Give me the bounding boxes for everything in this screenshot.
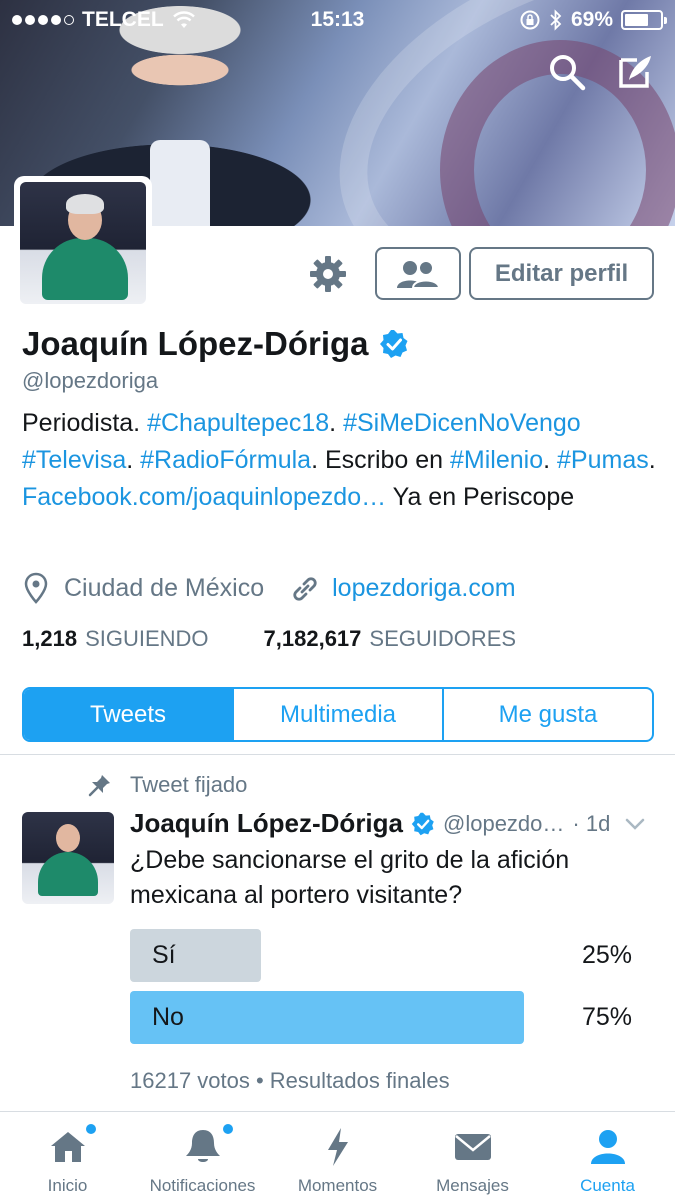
- home-icon: [50, 1132, 85, 1162]
- poll-option-percent: 75%: [581, 1003, 632, 1031]
- pin-icon: [88, 775, 110, 797]
- location-pin-icon: [24, 572, 48, 604]
- signal-strength-icon: [12, 15, 74, 25]
- nav-label: Notificaciones: [149, 1176, 256, 1195]
- link-icon: [293, 577, 317, 601]
- profile-location: Ciudad de México: [64, 573, 265, 602]
- nav-notifications[interactable]: Notificaciones: [135, 1112, 270, 1200]
- badge-dot: [223, 1124, 233, 1134]
- battery-icon: [621, 10, 667, 30]
- bio-link[interactable]: #Televisa: [22, 446, 126, 474]
- bio-text: Periodista.: [22, 409, 148, 437]
- rotation-lock-icon: [520, 10, 540, 30]
- followers-count: 7,182,617: [263, 626, 362, 651]
- bio-link[interactable]: #Chapultepec18: [147, 409, 329, 437]
- profile-tabs: Tweets Multimedia Me gusta: [22, 687, 654, 742]
- profile-avatar-frame: [14, 176, 152, 310]
- compose-icon[interactable]: [615, 52, 655, 92]
- tweet-header: Joaquín López-Dóriga @lopezdo… · 1d: [130, 808, 660, 839]
- avatar[interactable]: [20, 182, 146, 304]
- search-icon[interactable]: [547, 52, 587, 92]
- followers-count-link[interactable]: 7,182,617 SEGUIDORES: [264, 626, 517, 652]
- gear-icon[interactable]: [308, 254, 348, 294]
- nav-label: Inicio: [47, 1176, 88, 1195]
- people-icon: [397, 259, 441, 289]
- nav-label: Mensajes: [436, 1176, 509, 1195]
- poll-option-label: Sí: [152, 941, 176, 969]
- bio-link[interactable]: #SiMeDicenNoVengo: [343, 409, 581, 437]
- chevron-down-icon[interactable]: [624, 813, 646, 835]
- poll-option: No 75%: [130, 991, 632, 1044]
- tweet-author-name[interactable]: Joaquín López-Dóriga: [130, 808, 403, 839]
- poll-option-percent: 25%: [581, 941, 632, 969]
- following-label: SIGUIENDO: [85, 626, 209, 651]
- nav-messages[interactable]: Mensajes: [405, 1112, 540, 1200]
- pinned-label-text: Tweet fijado: [130, 772, 248, 797]
- tweet-text: ¿Debe sancionarse el grito de la afición…: [130, 846, 570, 909]
- tweet-timestamp: · 1d: [572, 810, 611, 836]
- battery-percent: 69%: [570, 8, 613, 31]
- nav-account[interactable]: Cuenta: [540, 1112, 675, 1200]
- pinned-tweet-label: Tweet fijado: [88, 772, 247, 798]
- verified-badge-icon: [379, 330, 407, 358]
- poll-option-label: No: [152, 1003, 184, 1031]
- bio-link[interactable]: #RadioFórmula: [140, 446, 311, 474]
- edit-profile-button[interactable]: Editar perfil: [469, 247, 654, 300]
- profile-handle: @lopezdoriga: [22, 368, 159, 393]
- bio-text: .: [329, 409, 344, 437]
- following-count-link[interactable]: 1,218 SIGUIENDO: [22, 626, 209, 652]
- profile-name-text: Joaquín López-Dóriga: [22, 325, 369, 362]
- tweet-avatar[interactable]: [22, 812, 114, 904]
- profile-bio: Periodista. #Chapultepec18. #SiMeDicenNo…: [22, 405, 662, 516]
- tab-multimedia[interactable]: Multimedia: [232, 689, 442, 740]
- bio-link[interactable]: #Pumas: [557, 446, 649, 474]
- person-icon: [590, 1130, 625, 1164]
- wifi-icon: [172, 11, 195, 28]
- divider: [0, 754, 675, 755]
- follow-counts: 1,218 SIGUIENDO 7,182,617 SEGUIDORES: [22, 626, 516, 652]
- nav-home[interactable]: Inicio: [0, 1112, 135, 1200]
- lists-button[interactable]: [375, 247, 461, 300]
- poll-meta: 16217 votos • Resultados finales: [130, 1068, 450, 1093]
- lightning-icon: [327, 1128, 348, 1166]
- profile-meta: Ciudad de México lopezdoriga.com: [22, 572, 516, 604]
- bell-icon: [185, 1130, 220, 1162]
- banner-photo-detail: [150, 140, 210, 226]
- bio-link[interactable]: Facebook.com/joaquinlopezdo…: [22, 483, 386, 511]
- tweet-author-handle: @lopezdo…: [443, 810, 565, 836]
- followers-label: SEGUIDORES: [369, 626, 517, 651]
- envelope-icon: [454, 1134, 491, 1160]
- carrier-name: TELCEL: [82, 8, 164, 31]
- nav-moments[interactable]: Momentos: [270, 1112, 405, 1200]
- nav-label: Momentos: [297, 1176, 378, 1195]
- bottom-nav: Inicio Notificaciones Momentos Mensajes …: [0, 1111, 675, 1200]
- bio-text: .: [126, 446, 141, 474]
- poll-bar: [130, 991, 524, 1044]
- tab-likes[interactable]: Me gusta: [442, 689, 652, 740]
- bio-text: Ya en Periscope: [386, 483, 575, 511]
- badge-dot: [86, 1124, 96, 1134]
- bio-link[interactable]: #Milenio: [450, 446, 543, 474]
- bio-text: .: [543, 446, 558, 474]
- poll-option: Sí 25%: [130, 929, 632, 982]
- poll-bar: [130, 929, 261, 982]
- clock: 15:13: [310, 8, 365, 31]
- profile-website-link[interactable]: lopezdoriga.com: [332, 574, 515, 603]
- tab-tweets[interactable]: Tweets: [24, 689, 232, 740]
- following-count: 1,218: [22, 626, 78, 651]
- verified-badge-icon: [411, 812, 434, 835]
- bio-text: . Escribo en: [311, 446, 451, 474]
- nav-label: Cuenta: [580, 1176, 635, 1195]
- status-bar: TELCEL 15:13 69%: [0, 0, 675, 40]
- profile-name: Joaquín López-Dóriga: [22, 325, 409, 363]
- bluetooth-icon: [550, 9, 562, 31]
- bio-text: .: [648, 446, 656, 474]
